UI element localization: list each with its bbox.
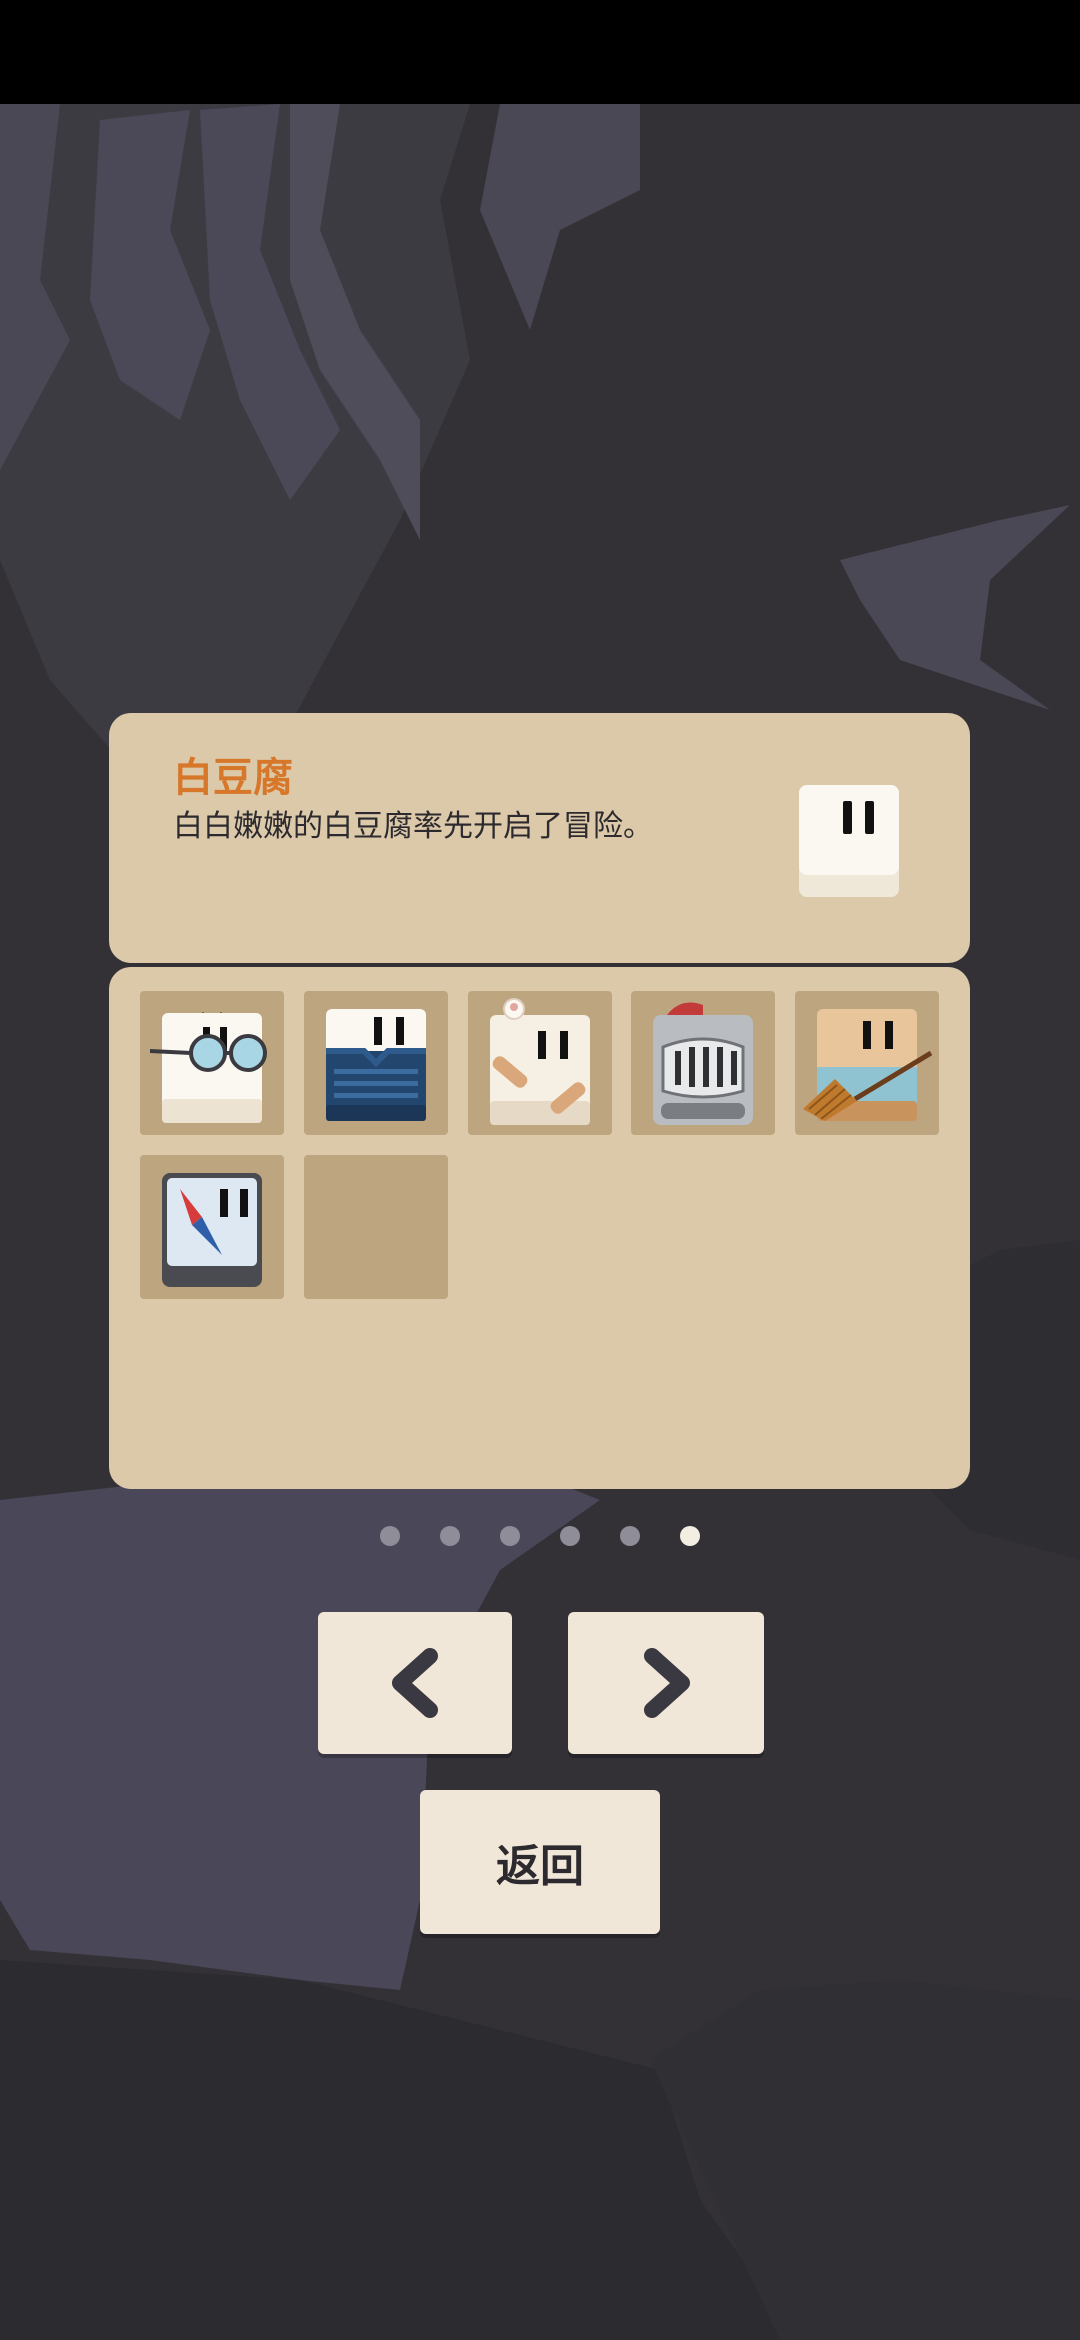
sweater-tofu-icon [326,1009,426,1121]
skin-grid-panel [109,967,970,1489]
chevron-left-icon [392,1648,438,1718]
page-dot-2[interactable] [440,1526,460,1546]
page-dot-4[interactable] [560,1526,580,1546]
compass-tofu-icon [162,1173,262,1287]
broom-tofu-icon [803,1009,933,1121]
skin-slot-glasses[interactable] [140,991,284,1135]
back-button-label: 返回 [496,1841,584,1892]
bandaged-tofu-icon [490,998,590,1125]
character-name: 白豆腐 [173,755,293,801]
previous-button[interactable] [318,1612,512,1754]
page-dot-6-active[interactable] [680,1526,700,1546]
skin-slot-bandaged[interactable] [468,991,612,1135]
next-button[interactable] [568,1612,764,1754]
back-button[interactable]: 返回 [420,1790,660,1934]
page-dot-1[interactable] [380,1526,400,1546]
page-indicator [0,1526,1080,1550]
knight-helmet-tofu-icon [653,1002,753,1125]
status-bar [0,0,1080,104]
page-dot-3[interactable] [500,1526,520,1546]
character-info-panel: 白豆腐 白白嫩嫩的白豆腐率先开启了冒险。 [109,713,970,963]
character-description: 白白嫩嫩的白豆腐率先开启了冒险。 [173,809,653,844]
skin-slot-sweater[interactable] [304,991,448,1135]
skin-slot-empty[interactable] [304,1155,448,1299]
skin-slot-knight[interactable] [631,991,775,1135]
skin-slot-compass[interactable] [140,1155,284,1299]
skin-slot-broom[interactable] [795,991,939,1135]
white-tofu-preview-icon [799,785,899,897]
glasses-tofu-icon [149,1011,267,1123]
chevron-right-icon [644,1648,690,1718]
page-dot-5[interactable] [620,1526,640,1546]
